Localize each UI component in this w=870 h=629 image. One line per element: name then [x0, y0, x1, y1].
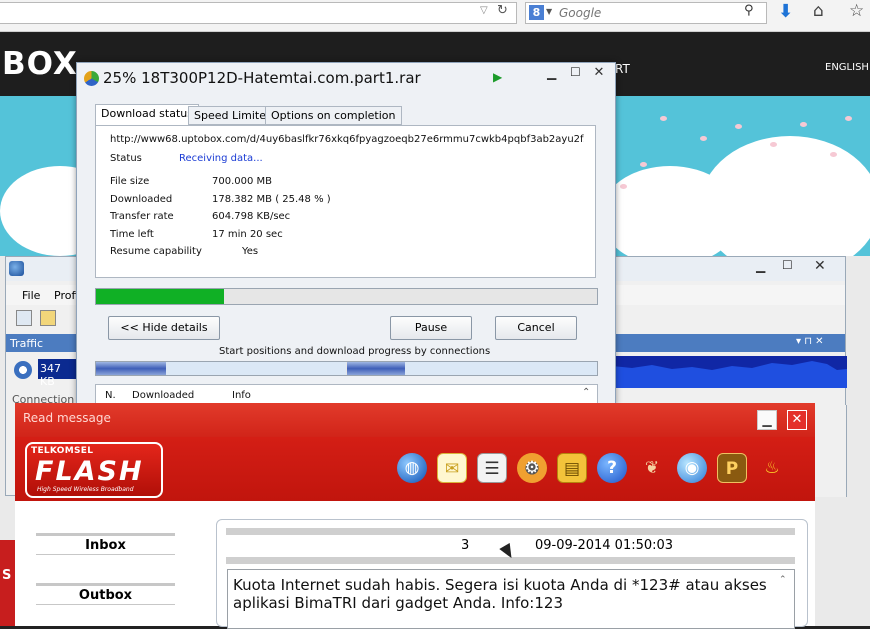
help-icon[interactable]: ?: [597, 453, 627, 483]
search-engine-dropdown-icon[interactable]: ▼: [546, 7, 552, 16]
menu-file[interactable]: File: [22, 289, 40, 302]
maximize-icon[interactable]: ☐: [782, 258, 793, 272]
connections-progress-bar: [95, 361, 598, 376]
speedometer-icon: [14, 361, 32, 379]
file-size-label: File size: [110, 176, 150, 187]
language-selector[interactable]: ENGLISH: [825, 62, 869, 73]
minimize-icon[interactable]: ▁: [756, 259, 765, 273]
telkomsel-titlebar: [15, 403, 815, 437]
search-input[interactable]: [559, 4, 739, 21]
traffic-graph-svg: [612, 361, 847, 388]
url-history-dropdown-icon[interactable]: ▽: [480, 5, 488, 16]
site-logo[interactable]: BOX: [2, 46, 78, 82]
sim-card-icon[interactable]: ▤: [557, 453, 587, 483]
message-datetime: 09-09-2014 01:50:03: [535, 538, 674, 553]
list-scroll-up-icon[interactable]: ⌃: [582, 387, 590, 398]
close-icon[interactable]: ✕: [787, 410, 807, 430]
torrent-client-app-icon: [9, 261, 24, 276]
tab-download-status[interactable]: Download status: [95, 104, 199, 126]
download-dialog-title: 25% 18T300P12D-Hatemtai.com.part1.rar: [103, 69, 421, 87]
tab-speed-limiter[interactable]: Speed Limiter: [188, 106, 277, 125]
connections-caption: Start positions and download progress by…: [219, 346, 491, 357]
inbox-button[interactable]: Inbox: [36, 533, 175, 555]
list-header-n[interactable]: N.: [105, 390, 116, 401]
settings-icon[interactable]: ⚙: [517, 453, 547, 483]
cancel-button[interactable]: Cancel: [495, 316, 577, 340]
message-scroll-up-icon[interactable]: ⌃: [779, 575, 787, 585]
notes-icon[interactable]: [40, 310, 56, 326]
minimize-icon[interactable]: ▁: [547, 66, 556, 80]
telkomsel-flash-window: Read message ▁ ✕ TELKOMSEL FLASH High Sp…: [15, 403, 815, 629]
download-progress-bar: [95, 288, 598, 305]
maximize-icon[interactable]: ☐: [570, 65, 581, 79]
transfer-rate-label: Transfer rate: [110, 211, 174, 222]
telkomsel-flash-logo: TELKOMSEL FLASH High Speed Wireless Broa…: [25, 442, 163, 498]
search-engine-icon[interactable]: 8: [529, 5, 544, 20]
outbox-button[interactable]: Outbox: [36, 583, 175, 605]
mail-icon[interactable]: ✉: [437, 453, 467, 483]
downloaded-label: Downloaded: [110, 194, 173, 205]
message-header-divider: [226, 528, 795, 535]
torrent-client-sidebar-edge: [815, 405, 847, 497]
traffic-panel-title: Traffic: [10, 337, 44, 350]
downloaded-value: 178.382 MB ( 25.48 % ): [212, 194, 331, 205]
green-arrow-icon: ▶: [493, 70, 503, 84]
minimize-icon[interactable]: ▁: [757, 410, 777, 430]
idm-logo-icon: [84, 71, 99, 86]
speed-readout: 347 KB: [38, 359, 78, 388]
status-label: Status: [110, 153, 142, 164]
search-icon[interactable]: ⚲: [744, 3, 754, 18]
transfer-rate-value: 604.798 KB/sec: [212, 211, 291, 222]
time-left-value: 17 min 20 sec: [212, 229, 283, 240]
home-icon[interactable]: ⌂: [813, 1, 824, 21]
logo-product-text: FLASH: [35, 456, 144, 487]
flame-mascot-icon[interactable]: ♨: [757, 453, 787, 483]
download-url: http://www68.uptobox.com/d/4uy6baslfkr76…: [110, 134, 584, 145]
connection-segment-progress: [96, 362, 166, 375]
resume-capability-label: Resume capability: [110, 246, 202, 257]
bookmark-star-icon[interactable]: ☆: [849, 1, 864, 21]
globe-icon[interactable]: ◍: [397, 453, 427, 483]
downloads-icon[interactable]: ⬇: [778, 1, 793, 22]
network-icon[interactable]: [16, 310, 32, 326]
traffic-graph: [612, 356, 847, 388]
tab-options-on-completion[interactable]: Options on completion: [265, 106, 402, 125]
telkomsel-window-title: Read message: [23, 411, 111, 425]
resume-capability-value: Yes: [242, 246, 259, 257]
time-left-label: Time left: [110, 229, 154, 240]
status-value: Receiving data...: [179, 153, 263, 164]
site-nav-item[interactable]: RT: [615, 62, 630, 76]
contacts-icon[interactable]: ☰: [477, 453, 507, 483]
file-size-value: 700.000 MB: [212, 176, 273, 187]
list-header-info[interactable]: Info: [232, 390, 251, 401]
panel-controls-icon[interactable]: ▾ ⊓ ✕: [796, 336, 824, 347]
menu-profile[interactable]: Profi: [54, 289, 78, 302]
list-header-downloaded[interactable]: Downloaded: [132, 390, 194, 401]
p-icon[interactable]: P: [717, 453, 747, 483]
hide-details-button[interactable]: << Hide details: [108, 316, 220, 340]
logo-tagline: High Speed Wireless Broadband: [37, 486, 134, 493]
download-progress-fill: [96, 289, 224, 304]
close-icon[interactable]: ✕: [582, 63, 616, 83]
pause-button[interactable]: Pause: [390, 316, 472, 340]
site-side-banner: S: [0, 540, 16, 626]
close-icon[interactable]: ✕: [814, 258, 826, 274]
message-number: 3: [461, 538, 470, 553]
network-globe-icon[interactable]: ◉: [677, 453, 707, 483]
logo-brand-text: TELKOMSEL: [31, 446, 94, 456]
download-dialog: 25% 18T300P12D-Hatemtai.com.part1.rar ▶ …: [76, 62, 616, 406]
connection-segment-progress: [347, 362, 405, 375]
address-bar[interactable]: [0, 2, 517, 24]
reload-icon[interactable]: ↻: [497, 3, 508, 18]
message-body[interactable]: Kuota Internet sudah habis. Segera isi k…: [227, 569, 795, 629]
dragon-icon[interactable]: ❦: [637, 453, 667, 483]
